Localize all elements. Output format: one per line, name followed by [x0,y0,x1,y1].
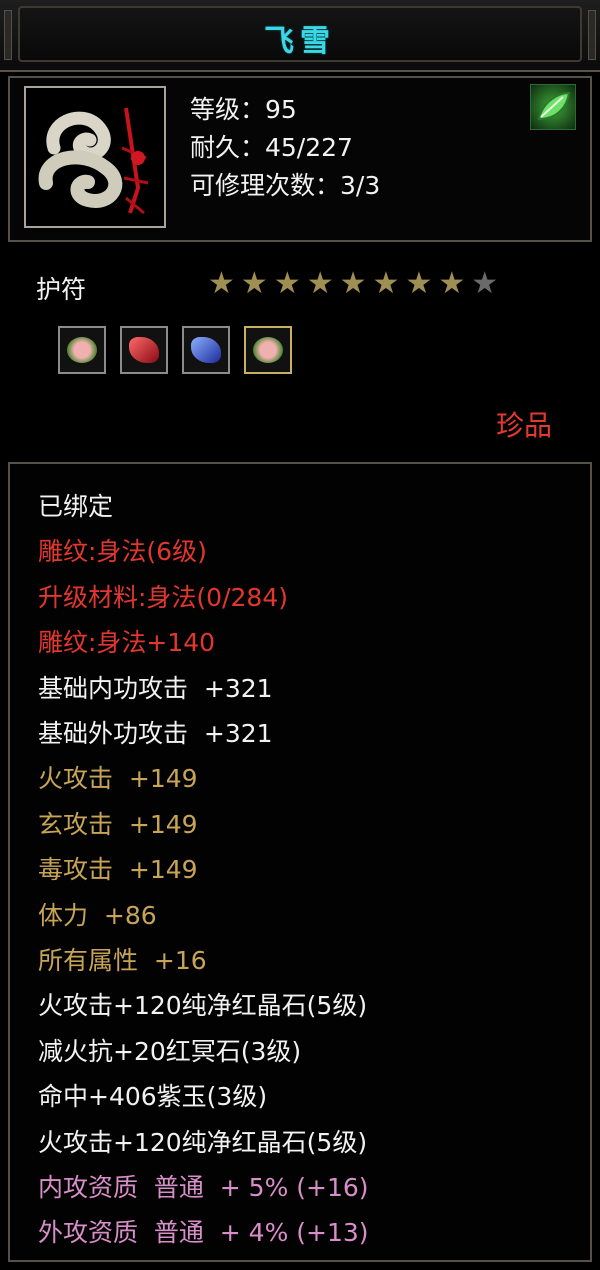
attribute-line: 已绑定 [38,492,114,521]
amulet-icon[interactable] [24,86,166,228]
attribute-line: 火攻击 +149 [38,764,198,794]
item-header-panel: 等级：95 耐久：45/227 可修理次数：3/3 [8,76,592,242]
attribute-line: 雕纹:身法+140 [38,628,216,658]
star-rating: ★ ★ ★ ★ ★ ★ ★ ★ ★ [208,268,498,300]
title-bar: 飞雪 [0,0,600,72]
attribute-line: 命中+406紫玉(3级) [38,1082,268,1112]
socket-gem-4[interactable] [244,326,292,374]
attribute-line: 毒攻击 +149 [38,855,198,885]
star-icon: ★ [405,266,433,301]
red-crystal-icon [129,337,159,363]
attribute-line: 基础外功攻击 +321 [38,719,273,748]
pink-green-gem-icon [253,337,283,363]
attribute-line: 减火抗+20红冥石(3级) [38,1036,302,1066]
socket-gem-3[interactable] [182,326,230,374]
socket-gem-2[interactable] [120,326,168,374]
attribute-panel: 已绑定雕纹:身法(6级) 升级材料:身法(0/284) 雕纹:身法+140 基础内功攻… [8,462,592,1262]
attribute-line: 升级材料:身法(0/284) [38,582,288,612]
star-icon: ★ [372,266,400,301]
attribute-line: 所有属性 +16 [38,946,207,975]
star-icon: ★ [339,266,367,301]
item-durability: 耐久：45/227 [190,133,353,162]
gem-sockets [58,326,292,374]
attribute-line: 雕纹:身法(6级) [38,537,207,567]
attribute-line: 玄攻击 +149 [38,809,198,839]
attribute-line: 火攻击+120纯净红晶石(5级) [38,1127,368,1157]
star-icon: ★ [208,266,235,301]
attribute-line: 体力 +86 [38,900,157,930]
item-type: 护符 [36,275,87,304]
attribute-line: 基础内功攻击 +321 [38,673,273,703]
item-level: 等级：95 [190,95,297,124]
leaf-icon[interactable] [530,84,576,130]
attribute-line: 火攻击+120纯净红晶石(5级) [38,991,368,1021]
rarity-label: 珍品 [495,409,552,442]
star-icon: ★ [471,266,499,301]
star-icon: ★ [438,266,466,301]
attribute-line: 内攻资质 普通 + 5% (+16) [38,1173,369,1202]
star-icon: ★ [273,266,301,301]
star-icon: ★ [306,266,334,301]
blue-crystal-icon [191,337,221,363]
socket-gem-1[interactable] [58,326,106,374]
item-name: 飞雪 [264,24,336,59]
repair-count: 可修理次数：3/3 [190,171,381,200]
pink-green-gem-icon [67,337,97,363]
attribute-line: 外攻资质 普通 + 4% (+13) [38,1218,369,1248]
star-icon: ★ [240,266,268,301]
